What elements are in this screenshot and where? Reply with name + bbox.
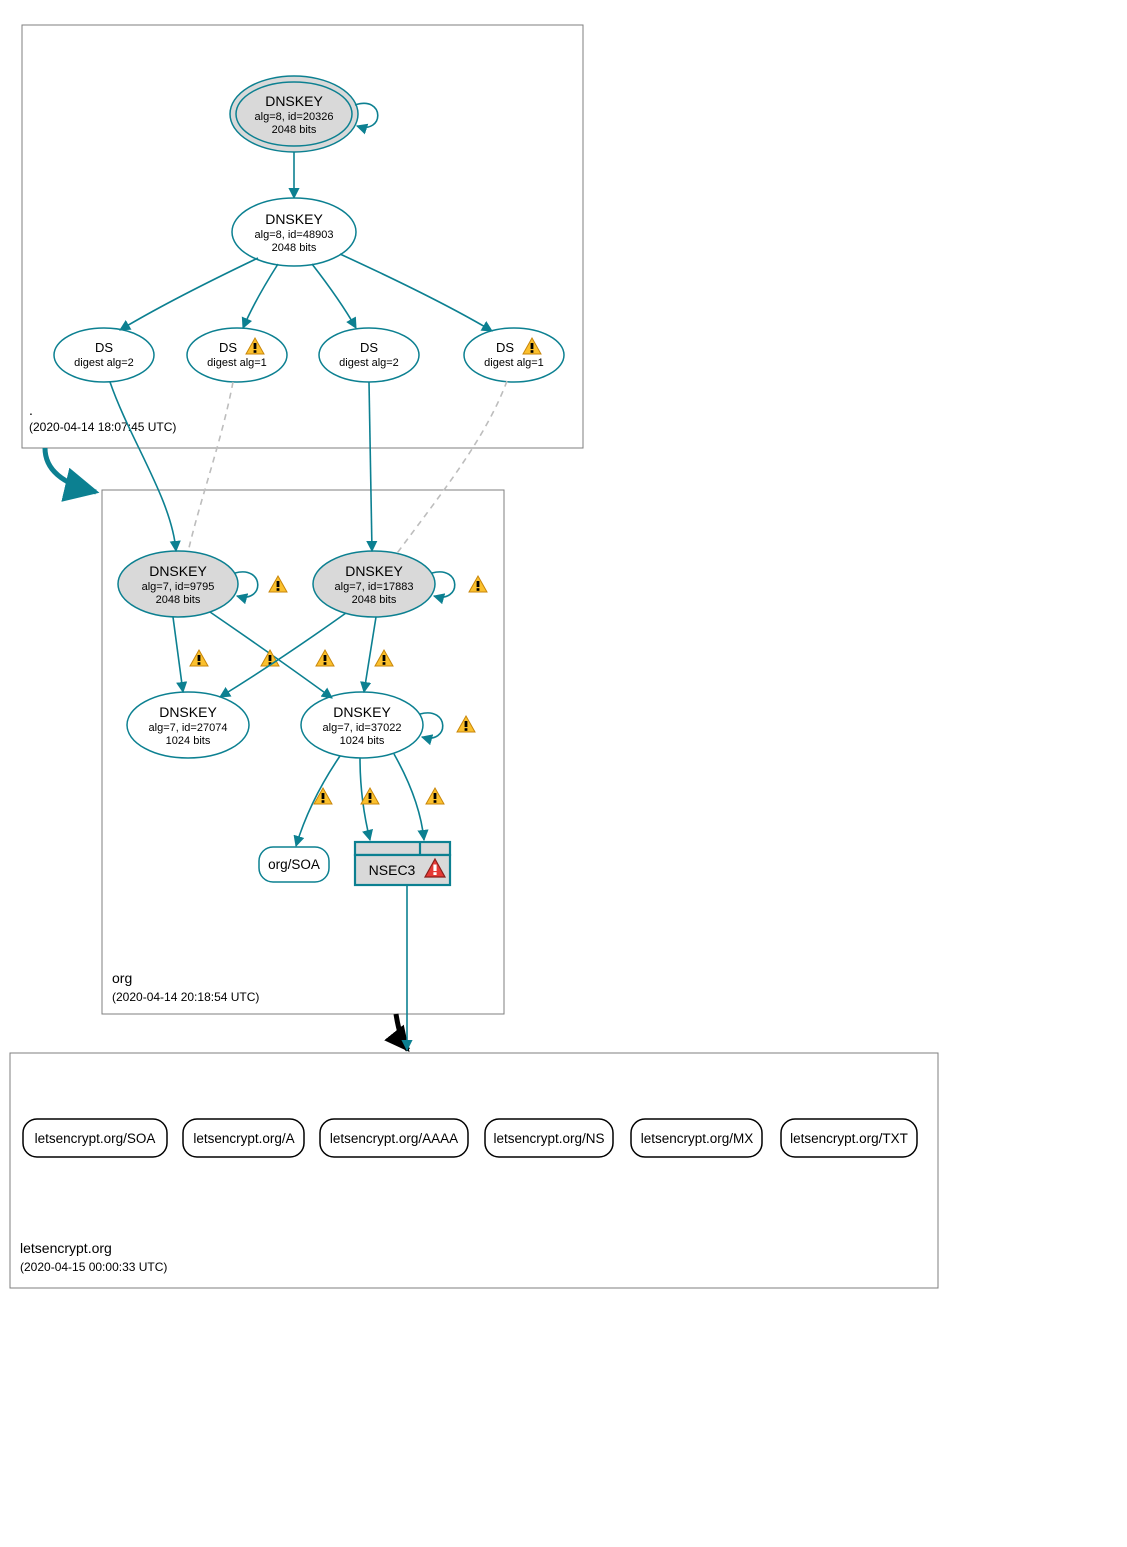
zone-root-name: . (29, 402, 33, 418)
warning-icon (426, 788, 444, 804)
svg-text:1024 bits: 1024 bits (166, 735, 211, 747)
dnssec-diagram: . (2020-04-14 18:07:45 UTC) org (2020-04… (0, 0, 1127, 1547)
node-ds-d[interactable]: DS digest alg=1 (464, 328, 564, 382)
node-ds-b[interactable]: DS digest alg=1 (187, 328, 287, 382)
edge-orgksk2-orgzsk2 (364, 617, 376, 692)
svg-text:DS: DS (95, 340, 113, 355)
zone-le-timestamp: (2020-04-15 00:00:33 UTC) (20, 1260, 167, 1274)
svg-text:DNSKEY: DNSKEY (159, 704, 217, 720)
svg-text:letsencrypt.org/NS: letsencrypt.org/NS (493, 1131, 604, 1146)
svg-text:digest alg=2: digest alg=2 (339, 357, 399, 369)
edge-orgksk1-orgzsk1 (173, 617, 183, 692)
svg-text:alg=7, id=9795: alg=7, id=9795 (142, 581, 215, 593)
warning-icon (269, 576, 287, 592)
svg-text:digest alg=1: digest alg=1 (207, 357, 267, 369)
edge-dsc-orgksk2 (369, 382, 372, 551)
edge-dsa-orgksk1 (110, 382, 176, 551)
node-le-soa[interactable]: letsencrypt.org/SOA (23, 1119, 167, 1157)
svg-text:DNSKEY: DNSKEY (265, 211, 323, 227)
node-org-ksk2[interactable]: DNSKEY alg=7, id=17883 2048 bits (313, 551, 435, 617)
edge-rootzsk-dsb (243, 264, 278, 328)
svg-text:DNSKEY: DNSKEY (149, 563, 207, 579)
warning-icon (469, 576, 487, 592)
edge-dsb-orgksk1 (188, 382, 233, 552)
node-le-mx[interactable]: letsencrypt.org/MX (631, 1119, 762, 1157)
edge-orgzsk2-nsec3-b (394, 754, 424, 840)
node-le-aaaa[interactable]: letsencrypt.org/AAAA (320, 1119, 468, 1157)
svg-text:alg=7, id=37022: alg=7, id=37022 (323, 722, 402, 734)
node-le-txt[interactable]: letsencrypt.org/TXT (781, 1119, 917, 1157)
node-org-zsk1[interactable]: DNSKEY alg=7, id=27074 1024 bits (127, 692, 249, 758)
svg-text:alg=8, id=48903: alg=8, id=48903 (255, 229, 334, 241)
node-ds-c[interactable]: DS digest alg=2 (319, 328, 419, 382)
warning-icon (190, 650, 208, 666)
svg-text:DS: DS (219, 340, 237, 355)
node-le-ns[interactable]: letsencrypt.org/NS (485, 1119, 613, 1157)
svg-text:NSEC3: NSEC3 (369, 862, 416, 878)
node-org-ksk1[interactable]: DNSKEY alg=7, id=9795 2048 bits (118, 551, 238, 617)
svg-text:DNSKEY: DNSKEY (265, 93, 323, 109)
svg-text:digest alg=1: digest alg=1 (484, 357, 544, 369)
svg-text:2048 bits: 2048 bits (156, 594, 201, 606)
warning-icon (361, 788, 379, 804)
svg-text:alg=7, id=17883: alg=7, id=17883 (335, 581, 414, 593)
svg-text:letsencrypt.org/AAAA: letsencrypt.org/AAAA (330, 1131, 458, 1146)
zone-root-timestamp: (2020-04-14 18:07:45 UTC) (29, 420, 176, 434)
node-le-a[interactable]: letsencrypt.org/A (183, 1119, 304, 1157)
svg-text:DS: DS (360, 340, 378, 355)
node-root-ksk[interactable]: DNSKEY alg=8, id=20326 2048 bits (230, 76, 358, 152)
edge-rootzsk-dsa (120, 258, 258, 330)
svg-text:1024 bits: 1024 bits (340, 735, 385, 747)
node-ds-a[interactable]: DS digest alg=2 (54, 328, 154, 382)
edge-rootzsk-dsc (312, 264, 356, 328)
node-root-zsk[interactable]: DNSKEY alg=8, id=48903 2048 bits (232, 198, 356, 266)
edge-root-to-org (45, 448, 96, 492)
svg-text:letsencrypt.org/SOA: letsencrypt.org/SOA (35, 1131, 156, 1146)
svg-text:DNSKEY: DNSKEY (345, 563, 403, 579)
svg-text:2048 bits: 2048 bits (272, 242, 317, 254)
zone-le-box (10, 1053, 938, 1288)
svg-text:org/SOA: org/SOA (268, 857, 320, 872)
svg-text:2048 bits: 2048 bits (352, 594, 397, 606)
node-org-zsk2[interactable]: DNSKEY alg=7, id=37022 1024 bits (301, 692, 423, 758)
zone-le-name: letsencrypt.org (20, 1240, 112, 1256)
warning-icon (375, 650, 393, 666)
svg-text:letsencrypt.org/TXT: letsencrypt.org/TXT (790, 1131, 908, 1146)
warning-icon (457, 716, 475, 732)
zone-org-timestamp: (2020-04-14 20:18:54 UTC) (112, 990, 259, 1004)
warning-icon (316, 650, 334, 666)
zone-org-name: org (112, 970, 132, 986)
edge-rootzsk-dsd (340, 254, 492, 331)
svg-text:letsencrypt.org/A: letsencrypt.org/A (193, 1131, 294, 1146)
svg-text:letsencrypt.org/MX: letsencrypt.org/MX (641, 1131, 754, 1146)
svg-text:DNSKEY: DNSKEY (333, 704, 391, 720)
svg-text:alg=7, id=27074: alg=7, id=27074 (149, 722, 228, 734)
svg-text:digest alg=2: digest alg=2 (74, 357, 134, 369)
svg-text:DS: DS (496, 340, 514, 355)
svg-text:alg=8, id=20326: alg=8, id=20326 (255, 111, 334, 123)
node-nsec3[interactable]: NSEC3 (355, 842, 450, 885)
node-org-soa[interactable]: org/SOA (259, 847, 329, 882)
svg-text:2048 bits: 2048 bits (272, 124, 317, 136)
edge-dsd-orgksk2 (395, 381, 507, 556)
